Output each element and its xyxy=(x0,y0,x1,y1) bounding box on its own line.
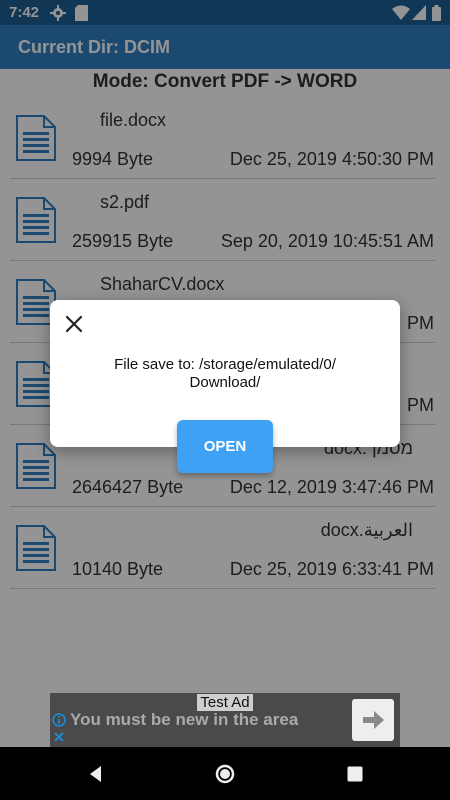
arrow-right-icon xyxy=(363,711,384,729)
ad-banner[interactable]: Test Ad You must be new in the area xyxy=(50,693,400,747)
ad-label: Test Ad xyxy=(50,694,400,711)
recents-icon[interactable] xyxy=(345,764,365,784)
ad-arrow-button[interactable] xyxy=(352,699,394,741)
back-icon[interactable] xyxy=(86,764,106,784)
navigation-bar xyxy=(0,747,450,800)
home-icon[interactable] xyxy=(215,764,235,784)
ad-close-icon[interactable] xyxy=(52,730,66,744)
ad-text: You must be new in the area xyxy=(70,710,299,729)
dialog-message: File save to: /storage/emulated/0/ Downl… xyxy=(70,356,380,392)
dialog-message-line2: Download/ xyxy=(189,374,261,391)
dialog-message-line1: File save to: /storage/emulated/0/ xyxy=(114,356,336,373)
close-icon[interactable] xyxy=(64,314,84,334)
ad-info-icon[interactable] xyxy=(52,713,66,727)
ad-label-text: Test Ad xyxy=(197,694,253,711)
open-button[interactable]: OPEN xyxy=(177,420,273,473)
